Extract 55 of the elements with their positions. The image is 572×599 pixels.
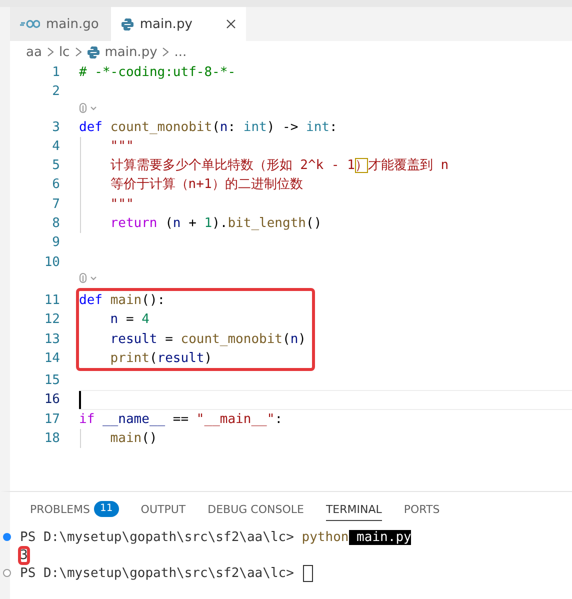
line-number: 12 <box>43 311 60 330</box>
python-file-icon <box>120 18 134 30</box>
panel-tab[interactable]: DEBUG CONSOLE <box>208 498 304 521</box>
line-number: 2 <box>51 83 60 102</box>
breadcrumb-item[interactable]: main.py <box>86 44 158 60</box>
chevron-icon <box>162 47 170 57</box>
code-line: def count_monobit(n: int) -> int: <box>79 118 338 137</box>
breadcrumb-item[interactable]: aa <box>26 44 42 60</box>
codelens-icon <box>79 102 99 114</box>
chevron-icon <box>46 47 54 57</box>
line-number: 14 <box>43 350 60 368</box>
panel-tab[interactable]: PORTS <box>404 498 440 521</box>
code-line: def main(): <box>79 292 166 310</box>
code-line: result = count_monobit(n) <box>109 330 306 349</box>
code-line: """ <box>79 194 572 214</box>
line-number: 1 <box>51 64 60 82</box>
code-line: if __name__ == "__main__": <box>79 410 284 429</box>
line-number: 18 <box>43 430 60 448</box>
code-line: n = 4 <box>109 311 150 330</box>
code-line: # -*-coding:utf-8-*- <box>79 64 237 82</box>
line-number: 7 <box>51 196 60 214</box>
breadcrumb-item[interactable]: lc <box>58 44 70 60</box>
panel-tab[interactable]: TERMINAL <box>326 498 382 521</box>
go-file-icon <box>20 19 40 29</box>
editor-tab[interactable]: main.py <box>110 7 246 41</box>
panel-tab[interactable]: PROBLEMS 11 <box>30 498 119 521</box>
line-number: 5 <box>51 157 60 176</box>
line-number: 4 <box>51 138 60 156</box>
chevron-icon <box>74 47 82 57</box>
codelens-icon <box>79 272 99 284</box>
terminal-line: PS D:\mysetup\gopath\src\sf2\aa\lc> <box>20 566 295 580</box>
line-number: 9 <box>51 234 60 252</box>
breadcrumb-item[interactable]: ... <box>174 44 187 60</box>
code-line: """ <box>79 136 572 156</box>
code-line: 计算需要多少个单比特数（形如 2^k - 1）才能覆盖到 n <box>79 156 572 176</box>
line-number: 16 <box>43 391 60 410</box>
line-number: 17 <box>43 410 60 429</box>
line-number: 10 <box>43 254 60 272</box>
panel-tab[interactable]: OUTPUT <box>140 498 186 521</box>
code-line: main() <box>79 429 572 448</box>
line-number: 6 <box>51 176 60 194</box>
close-icon <box>226 19 236 29</box>
code-line: 等价于计算（n+1）的二进制位数 <box>79 175 572 195</box>
python-file-icon <box>86 46 100 58</box>
line-number: 3 <box>51 118 60 137</box>
line-number: 11 <box>43 292 60 310</box>
terminal-line: 3 <box>20 548 28 562</box>
code-line: return (n + 1).bit_length() <box>79 214 572 234</box>
code-line: print(result) <box>109 350 214 368</box>
count-badge: 11 <box>94 501 119 517</box>
line-number: 8 <box>51 215 60 234</box>
line-number: 15 <box>43 372 60 390</box>
line-number: 13 <box>43 330 60 349</box>
editor-tab[interactable]: main.go <box>10 7 111 41</box>
terminal-line: PS D:\mysetup\gopath\src\sf2\aa\lc> python main.py <box>20 530 412 544</box>
